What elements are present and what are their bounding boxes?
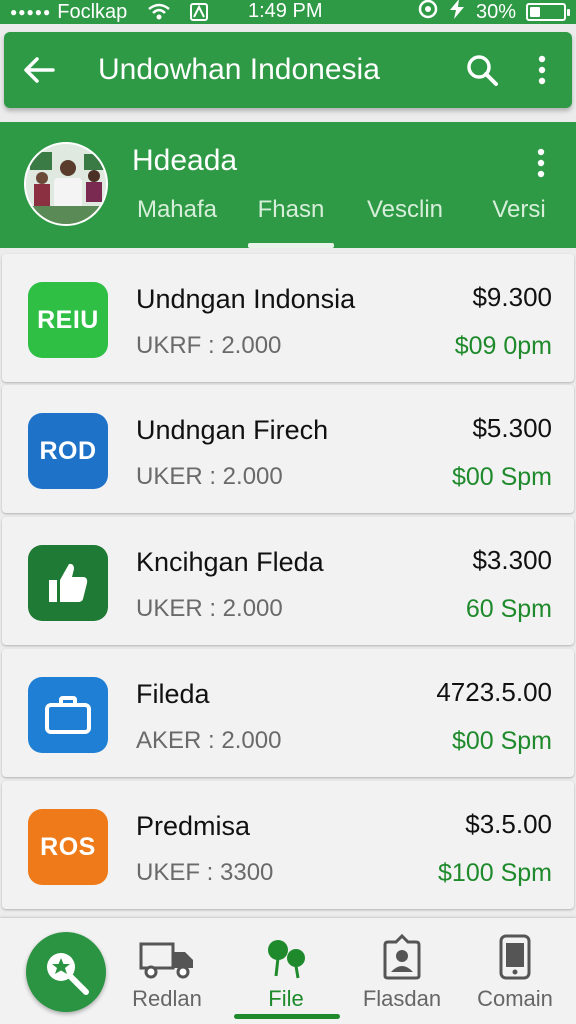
tab-fhasn[interactable]: Fhasn bbox=[234, 190, 348, 248]
id-badge-icon bbox=[383, 934, 421, 980]
battery-icon bbox=[526, 3, 570, 21]
item-subtitle: UKRF : 2.000 bbox=[136, 332, 282, 359]
item-name: Predmisa bbox=[136, 811, 251, 841]
avatar[interactable] bbox=[24, 142, 108, 226]
list-item[interactable]: Fileda AKER : 2.000 4723.5.00 $00 Spm bbox=[2, 649, 574, 777]
bottom-nav: Redlan File Flasdan Comain bbox=[0, 918, 576, 1024]
item-price: $5.300 bbox=[472, 413, 552, 443]
item-time: $00 Spm bbox=[451, 463, 552, 491]
item-name: Undngan Firech bbox=[136, 415, 329, 445]
truck-icon bbox=[139, 942, 193, 979]
nav-item-redlan[interactable]: Redlan bbox=[117, 930, 217, 1020]
item-subtitle: AKER : 2.000 bbox=[136, 727, 282, 754]
item-time: $100 Spm bbox=[438, 859, 552, 887]
page-title: Undowhan Indonesia bbox=[98, 53, 380, 86]
carrier-name: Foclkap bbox=[57, 0, 128, 23]
profile-more-button[interactable] bbox=[526, 146, 556, 180]
arrow-left-icon bbox=[24, 57, 55, 83]
item-badge: REIU bbox=[28, 282, 108, 358]
battery-level bbox=[530, 7, 540, 17]
tab-bar: Mahafa Fhasn Vesclin Versi bbox=[120, 190, 576, 248]
item-time: 60 Spm bbox=[465, 595, 552, 623]
item-name: Kncihgan Fleda bbox=[136, 547, 324, 577]
tab-mahafa[interactable]: Mahafa bbox=[120, 190, 234, 248]
nav-active-indicator bbox=[234, 1014, 340, 1019]
battery-percent: 30% bbox=[475, 0, 516, 23]
app-notification-icon bbox=[187, 2, 211, 22]
thumbs-up-icon bbox=[28, 545, 108, 621]
item-subtitle: UKER : 2.000 bbox=[136, 595, 283, 622]
more-menu-button[interactable] bbox=[512, 32, 572, 108]
item-price: 4723.5.00 bbox=[436, 677, 552, 707]
search-button[interactable] bbox=[452, 32, 512, 108]
magnifier-star-icon bbox=[47, 953, 89, 995]
item-price: $3.5.00 bbox=[465, 809, 552, 839]
tab-vesclin[interactable]: Vesclin bbox=[348, 190, 462, 248]
briefcase-icon bbox=[28, 677, 108, 753]
phone-icon bbox=[499, 934, 531, 980]
wifi-icon bbox=[147, 2, 171, 22]
nav-item-comain[interactable]: Comain bbox=[465, 930, 565, 1020]
tab-versi[interactable]: Versi bbox=[462, 190, 576, 248]
signal-dots-icon: ●●●●● bbox=[10, 5, 52, 19]
nav-label: File bbox=[268, 986, 304, 1011]
more-vertical-icon bbox=[538, 55, 546, 85]
more-vertical-icon bbox=[537, 148, 545, 178]
item-time: $00 Spm bbox=[451, 727, 552, 755]
profile-name: Hdeada bbox=[132, 144, 238, 177]
status-bar: ●●●●● Foclkap 1:49 PM 30% bbox=[0, 0, 576, 24]
item-name: Undngan Indonsia bbox=[136, 284, 356, 314]
list-item[interactable]: ROS Predmisa UKEF : 3300 $3.5.00 $100 Sp… bbox=[2, 781, 574, 909]
sync-icon bbox=[418, 0, 438, 25]
search-icon bbox=[467, 55, 498, 86]
list-item[interactable]: ROD Undngan Firech UKER : 2.000 $5.300 $… bbox=[2, 385, 574, 513]
pins-icon bbox=[268, 940, 305, 979]
nav-label: Redlan bbox=[132, 986, 202, 1011]
status-time: 1:49 PM bbox=[248, 0, 323, 22]
list-item[interactable]: REIU Undngan Indonsia UKRF : 2.000 $9.30… bbox=[2, 254, 574, 382]
nav-label: Flasdan bbox=[362, 986, 442, 1011]
item-name: Fileda bbox=[136, 679, 210, 709]
charging-bolt-icon bbox=[448, 0, 466, 25]
item-subtitle: UKEF : 3300 bbox=[136, 859, 274, 886]
profile-header: Hdeada Mahafa Fhasn Vesclin Versi bbox=[0, 122, 576, 248]
app-bar: Undowhan Indonesia bbox=[4, 32, 572, 108]
item-subtitle: UKER : 2.000 bbox=[136, 463, 283, 490]
nav-label: Comain bbox=[477, 986, 553, 1011]
nav-item-flasdan[interactable]: Flasdan bbox=[352, 930, 452, 1020]
item-price: $3.300 bbox=[472, 545, 552, 575]
list-item[interactable]: Kncihgan Fleda UKER : 2.000 $3.300 60 Sp… bbox=[2, 517, 574, 645]
nav-item-file[interactable]: File bbox=[236, 930, 336, 1020]
item-badge: ROD bbox=[28, 413, 108, 489]
item-price: $9.300 bbox=[472, 282, 552, 312]
search-fab-button[interactable] bbox=[26, 932, 106, 1012]
back-button[interactable] bbox=[4, 32, 74, 108]
item-time: $09 0pm bbox=[454, 332, 552, 360]
item-badge: ROS bbox=[28, 809, 108, 885]
